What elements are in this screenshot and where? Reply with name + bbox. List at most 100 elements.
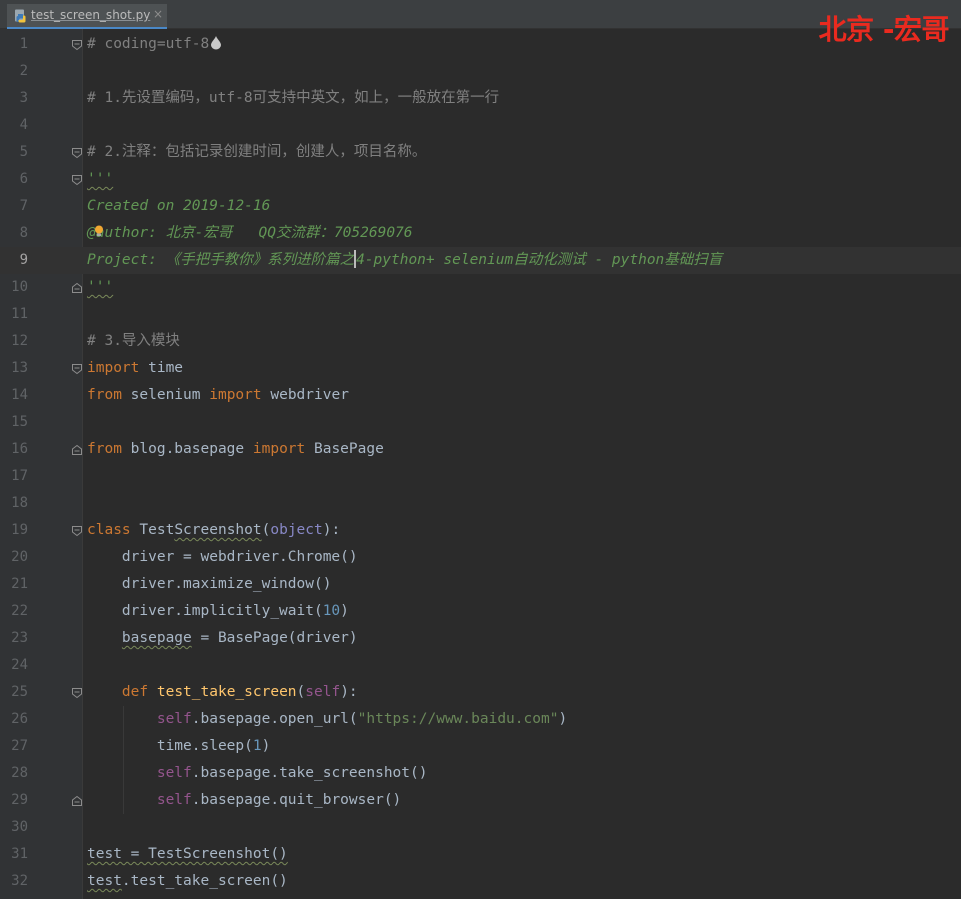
code-line[interactable]: 7 Created on 2019-12-16: [0, 193, 961, 220]
code-text[interactable]: test.test_take_screen(): [87, 868, 288, 895]
code-text[interactable]: self.basepage.open_url("https://www.baid…: [87, 706, 567, 733]
code-line[interactable]: 9 Project: 《手把手教你》系列进阶篇之 4-python+ seleniu…: [0, 247, 961, 274]
code-text[interactable]: self.basepage.quit_browser(): [87, 787, 401, 814]
code-token: import: [209, 387, 262, 403]
line-number: 18: [11, 495, 28, 511]
code-line[interactable]: 16 from blog.basepage import BasePage: [0, 436, 961, 463]
line-number: 26: [11, 711, 28, 727]
code-token: self: [156, 765, 192, 781]
code-token: Screenshot: [174, 522, 262, 538]
code-text[interactable]: driver.maximize_window(): [87, 571, 332, 598]
editor-tab[interactable]: test_screen_shot.py ×: [7, 4, 167, 29]
line-number: 31: [11, 846, 28, 862]
code-token: self: [305, 684, 341, 700]
code-line[interactable]: 15: [0, 409, 961, 436]
code-text[interactable]: driver = webdriver.Chrome(): [87, 544, 358, 571]
code-line[interactable]: 14 from selenium import webdriver: [0, 382, 961, 409]
code-line[interactable]: 1 # coding=utf-8: [0, 31, 961, 58]
code-text[interactable]: time.sleep(1): [87, 733, 271, 760]
code-line[interactable]: 3 # 1.先设置编码，utf-8可支持中英文，如上，一般放在第一行: [0, 85, 961, 112]
code-line[interactable]: 19 class TestScreenshot(object):: [0, 517, 961, 544]
code-token: .basepage.take_screenshot(): [191, 765, 428, 781]
code-line[interactable]: 26 self.basepage.open_url("https://www.b…: [0, 706, 961, 733]
code-line[interactable]: 20 driver = webdriver.Chrome(): [0, 544, 961, 571]
code-text[interactable]: test = TestScreenshot(): [87, 841, 288, 868]
code-text[interactable]: ''': [87, 166, 113, 193]
code-text[interactable]: # 3.导入模块: [87, 328, 180, 355]
code-token: 4-python+ selenium自动化测试 - python基础扫盲: [356, 252, 723, 268]
code-token: ): [261, 738, 271, 754]
code-token: "https://www.baidu.com": [357, 711, 559, 727]
fold-end-icon[interactable]: [71, 444, 83, 456]
fold-collapse-icon[interactable]: [71, 39, 83, 51]
code-token: # 2.注释：包括记录创建时间，创建人，项目名称。: [87, 144, 427, 160]
fold-end-icon[interactable]: [71, 795, 83, 807]
code-line[interactable]: 25 def test_take_screen(self):: [0, 679, 961, 706]
fold-collapse-icon[interactable]: [71, 363, 83, 375]
tab-filename[interactable]: test_screen_shot.py: [31, 8, 150, 22]
close-tab-icon[interactable]: ×: [153, 7, 163, 21]
code-token: webdriver: [261, 387, 349, 403]
line-number: 5: [19, 144, 28, 160]
code-token: class: [87, 522, 131, 538]
code-line[interactable]: 29 self.basepage.quit_browser(): [0, 787, 961, 814]
code-line[interactable]: 21 driver.maximize_window(): [0, 571, 961, 598]
code-line[interactable]: 11: [0, 301, 961, 328]
code-line[interactable]: 22 driver.implicitly_wait(10): [0, 598, 961, 625]
code-text[interactable]: @author: 北京-宏哥 QQ交流群：705269076: [87, 220, 413, 247]
code-text[interactable]: Project: 《手把手教你》系列进阶篇之 4-python+ selenium…: [87, 247, 722, 274]
line-number: 10: [11, 279, 28, 295]
fold-collapse-icon[interactable]: [71, 525, 83, 537]
code-line[interactable]: 10 ''': [0, 274, 961, 301]
lightbulb-icon[interactable]: [94, 225, 104, 237]
code-text[interactable]: driver.implicitly_wait(10): [87, 598, 349, 625]
code-text[interactable]: Created on 2019-12-16: [87, 193, 270, 220]
code-text[interactable]: # coding=utf-8: [87, 31, 222, 58]
code-token: time: [139, 360, 184, 376]
code-token: Test: [130, 522, 175, 538]
code-text[interactable]: from selenium import webdriver: [87, 382, 349, 409]
code-text[interactable]: ''': [87, 274, 113, 301]
line-number: 9: [19, 252, 28, 268]
fold-collapse-icon[interactable]: [71, 147, 83, 159]
code-line[interactable]: 30: [0, 814, 961, 841]
code-text[interactable]: self.basepage.take_screenshot(): [87, 760, 428, 787]
fold-collapse-icon[interactable]: [71, 687, 83, 699]
code-line[interactable]: 32 test.test_take_screen(): [0, 868, 961, 895]
code-text[interactable]: import time: [87, 355, 183, 382]
line-number: 17: [11, 468, 28, 484]
code-line[interactable]: 23 basepage = BasePage(driver): [0, 625, 961, 652]
code-token: self: [156, 792, 192, 808]
code-editor[interactable]: 1 # coding=utf-8 2 3 # 1.先设置编码，utf-8可支持中英文，如…: [0, 31, 961, 895]
code-token: .test_take_screen(): [121, 873, 288, 889]
line-number: 1: [19, 36, 28, 52]
code-line[interactable]: 5 # 2.注释：包括记录创建时间，创建人，项目名称。: [0, 139, 961, 166]
code-line[interactable]: 28 self.basepage.take_screenshot(): [0, 760, 961, 787]
code-text[interactable]: basepage = BasePage(driver): [87, 625, 358, 652]
code-token: # 1.先设置编码，utf-8可支持中英文，如上，一般放在第一行: [87, 90, 500, 106]
code-token: object: [270, 522, 323, 538]
code-token: ): [558, 711, 568, 727]
code-line[interactable]: 2: [0, 58, 961, 85]
line-number: 19: [11, 522, 28, 538]
code-text[interactable]: # 1.先设置编码，utf-8可支持中英文，如上，一般放在第一行: [87, 85, 499, 112]
fold-end-icon[interactable]: [71, 282, 83, 294]
code-text[interactable]: # 2.注释：包括记录创建时间，创建人，项目名称。: [87, 139, 426, 166]
code-line[interactable]: 24: [0, 652, 961, 679]
code-line[interactable]: 4: [0, 112, 961, 139]
code-line[interactable]: 17: [0, 463, 961, 490]
code-text[interactable]: def test_take_screen(self):: [87, 679, 358, 706]
code-text[interactable]: class TestScreenshot(object):: [87, 517, 340, 544]
code-line[interactable]: 27 time.sleep(1): [0, 733, 961, 760]
code-line[interactable]: 13 import time: [0, 355, 961, 382]
line-number: 15: [11, 414, 28, 430]
code-line[interactable]: 12 # 3.导入模块: [0, 328, 961, 355]
fold-collapse-icon[interactable]: [71, 174, 83, 186]
code-line[interactable]: 31 test = TestScreenshot(): [0, 841, 961, 868]
code-text[interactable]: from blog.basepage import BasePage: [87, 436, 384, 463]
code-line[interactable]: 8 @author: 北京-宏哥 QQ交流群：705269076: [0, 220, 961, 247]
code-line[interactable]: 18: [0, 490, 961, 517]
code-line[interactable]: 6 ''': [0, 166, 961, 193]
